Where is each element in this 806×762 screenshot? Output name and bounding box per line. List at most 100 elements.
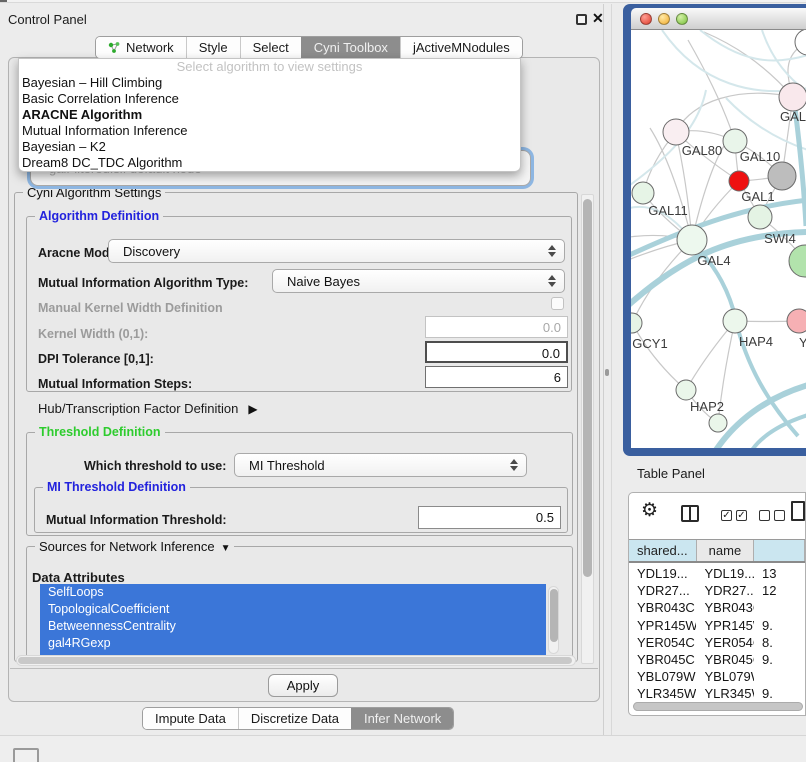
mi-algorithm-type-value: Naive Bayes (273, 274, 544, 289)
network-node[interactable] (677, 225, 707, 255)
table-row[interactable]: YBR045CYBR045C9. (629, 651, 805, 668)
network-node[interactable] (779, 83, 806, 111)
network-node[interactable] (795, 30, 806, 55)
dpi-tolerance-field[interactable]: 0.0 (425, 341, 568, 363)
attributes-scrollbar-thumb[interactable] (550, 589, 558, 642)
table-row[interactable]: YER054CYER054C8. (629, 634, 805, 651)
attribute-item[interactable]: TopologicalCoefficient (40, 601, 546, 618)
network-node[interactable] (676, 380, 696, 400)
mi-algorithm-type-select[interactable]: Naive Bayes (272, 269, 565, 293)
network-canvas[interactable]: GALGAL80GAL10GAL1GAL11SWI4GAL4GCY1HAP4YH… (631, 30, 806, 448)
network-node-label: GAL4 (697, 253, 730, 268)
tab-network[interactable]: Network (96, 37, 186, 58)
network-node[interactable] (729, 171, 749, 191)
tab-select[interactable]: Select (240, 37, 301, 58)
table-panel-title: Table Panel (637, 466, 705, 481)
manual-kernel-width-checkbox[interactable] (551, 297, 564, 310)
deselect-all-checkbox-icon[interactable] (759, 510, 770, 521)
algorithm-option[interactable]: Mutual Information Inference (19, 123, 520, 139)
float-window-icon[interactable] (576, 14, 587, 25)
zoom-traffic-light-icon[interactable] (676, 13, 688, 25)
network-edge[interactable] (688, 40, 735, 141)
table-cell: YER054C (696, 635, 754, 650)
control-tabs: NetworkStyleSelectCyni ToolboxjActiveMNo… (95, 36, 523, 59)
deselect-all-checkbox-icon[interactable] (774, 510, 785, 521)
panel-splitter[interactable] (603, 4, 604, 735)
split-view-icon[interactable] (681, 505, 699, 522)
algorithm-option[interactable]: Dream8 DC_TDC Algorithm (19, 155, 520, 171)
mi-threshold-field[interactable]: 0.5 (418, 506, 561, 529)
tab-infer-network[interactable]: Infer Network (351, 708, 453, 729)
close-icon[interactable]: ✕ (592, 10, 604, 27)
minimize-traffic-light-icon[interactable] (658, 13, 670, 25)
algorithm-dropdown-popup: Select algorithm to view settings Bayesi… (18, 58, 521, 172)
algorithm-option[interactable]: Bayesian – Hill Climbing (19, 75, 520, 91)
network-window-titlebar[interactable] (631, 8, 806, 30)
attribute-item[interactable]: SelfLoops (40, 584, 546, 601)
algorithm-option[interactable]: Basic Correlation Inference (19, 91, 520, 107)
column-header[interactable]: name (697, 540, 755, 561)
network-edge[interactable] (676, 93, 793, 132)
settings-hscrollbar-thumb[interactable] (18, 657, 572, 664)
table-row[interactable]: YBR043CYBR043C (629, 599, 805, 616)
network-node[interactable] (632, 182, 654, 204)
table-cell: YDL19... (696, 566, 754, 581)
mi-steps-label: Mutual Information Steps: (38, 377, 192, 391)
kernel-width-field[interactable]: 0.0 (425, 316, 568, 338)
mi-steps-field[interactable]: 6 (425, 366, 568, 388)
new-table-icon[interactable] (791, 501, 805, 521)
network-node[interactable] (768, 162, 796, 190)
network-node-label: GCY1 (632, 336, 667, 351)
network-node[interactable] (723, 309, 747, 333)
apply-button[interactable]: Apply (268, 674, 338, 697)
tab-impute-data[interactable]: Impute Data (143, 708, 238, 729)
column-header[interactable]: shared... (629, 540, 697, 561)
network-node[interactable] (631, 313, 642, 333)
table-row[interactable]: YLR345WYLR345W9. (629, 685, 805, 701)
attribute-item[interactable]: BetweennessCentrality (40, 618, 546, 635)
settings-vscrollbar-thumb[interactable] (583, 199, 592, 577)
select-all-checkbox-icon[interactable]: ✓ (736, 510, 747, 521)
hub-section-label: Hub/Transcription Factor Definition (38, 401, 238, 416)
network-node[interactable] (663, 119, 689, 145)
attribute-item[interactable]: gal4RGexp (40, 635, 546, 652)
network-node[interactable] (748, 205, 772, 229)
table-row[interactable]: YDR27...YDR27...12 (629, 582, 805, 599)
bottom-left-grip[interactable] (13, 748, 39, 762)
network-node[interactable] (787, 309, 806, 333)
collapse-down-icon[interactable]: ▼ (221, 543, 231, 554)
algorithm-option[interactable]: ARACNE Algorithm (19, 107, 520, 123)
network-edge[interactable] (632, 323, 686, 390)
tab-jactivemnodules[interactable]: jActiveMNodules (400, 37, 522, 58)
aracne-mode-select[interactable]: Discovery (108, 239, 565, 263)
tab-label: Infer Network (364, 711, 441, 726)
table-row[interactable]: YDL19...YDL19...13 (629, 565, 805, 582)
settings-bottom-divider (10, 668, 598, 669)
settings-gear-icon[interactable]: ⚙ (641, 499, 658, 522)
network-edge[interactable] (752, 415, 806, 448)
expand-right-icon[interactable]: ▶ (248, 402, 257, 416)
select-all-checkbox-icon[interactable]: ✓ (721, 510, 732, 521)
algorithm-option[interactable]: Bayesian – K2 (19, 139, 520, 155)
hub-section-row[interactable]: Hub/Transcription Factor Definition ▶ (38, 401, 258, 416)
kernel-width-label: Kernel Width (0,1): (38, 327, 148, 341)
which-threshold-select[interactable]: MI Threshold (234, 453, 527, 477)
stepper-icon (506, 459, 522, 471)
tab-cyni-toolbox[interactable]: Cyni Toolbox (301, 37, 400, 58)
network-edge[interactable] (700, 30, 806, 61)
splitter-handle[interactable] (605, 369, 609, 376)
sources-group-title: Sources for Network Inference▼ (35, 539, 234, 554)
table-row[interactable]: YPR145WYPR145W9. (629, 617, 805, 634)
data-attributes-list[interactable]: SelfLoopsTopologicalCoefficientBetweenne… (40, 584, 546, 655)
tab-discretize-data[interactable]: Discretize Data (238, 708, 351, 729)
column-header[interactable] (754, 540, 805, 561)
close-traffic-light-icon[interactable] (640, 13, 652, 25)
table-cell: YBR043C (629, 600, 696, 615)
network-node[interactable] (789, 245, 806, 277)
tab-style[interactable]: Style (186, 37, 240, 58)
network-node[interactable] (709, 414, 727, 432)
table-hscrollbar-thumb[interactable] (633, 702, 803, 711)
table-row[interactable]: YBL079WYBL079W (629, 668, 805, 685)
network-edge[interactable] (795, 108, 806, 226)
table-cell: YLR345W (696, 686, 754, 701)
